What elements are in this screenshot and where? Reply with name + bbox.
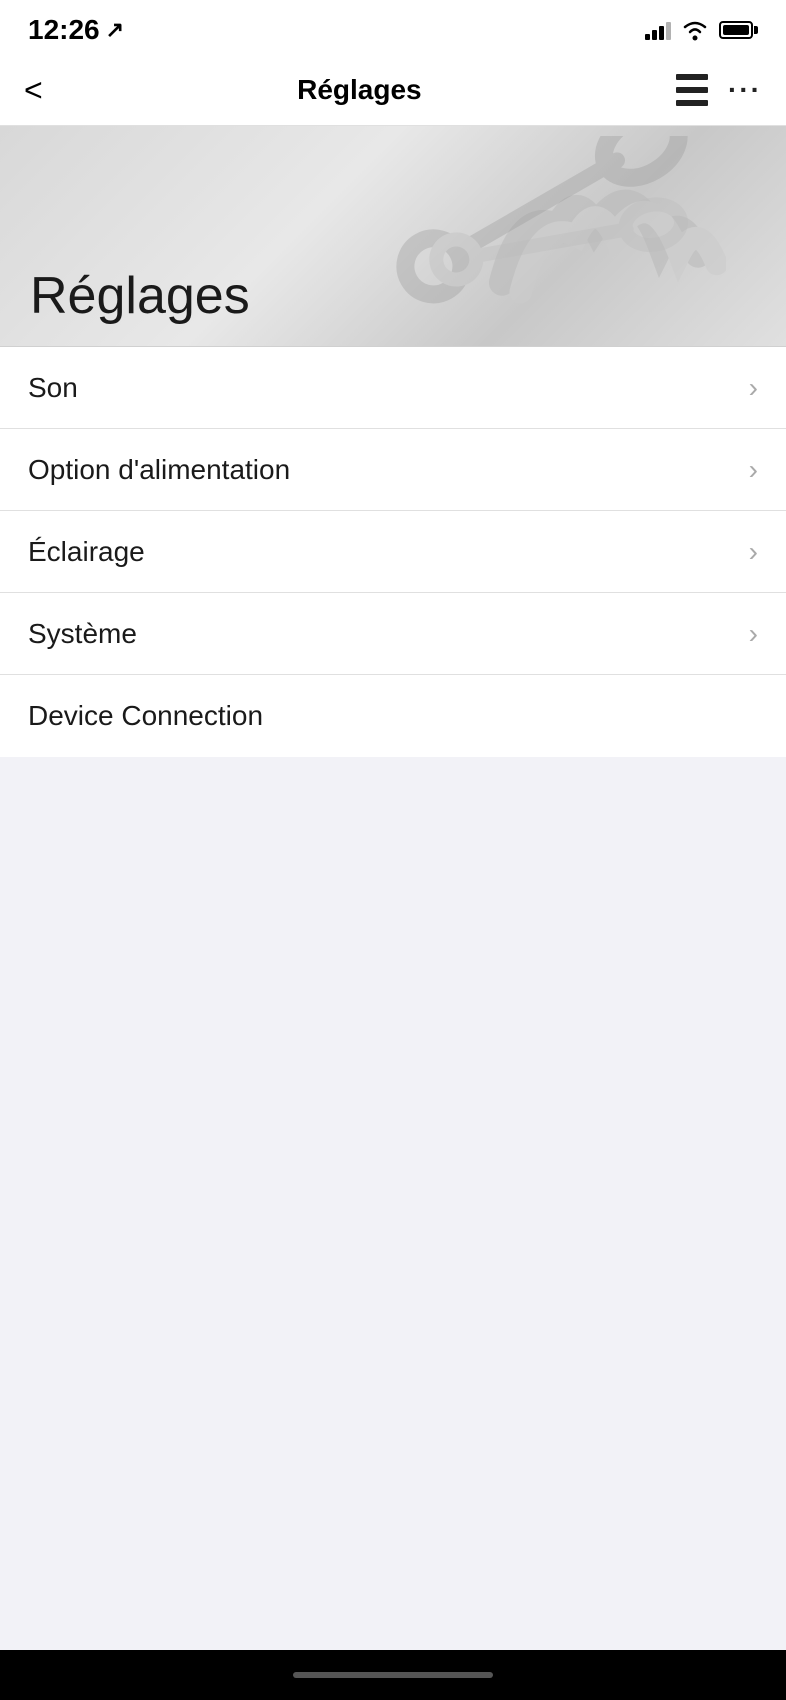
chevron-right-icon: › xyxy=(749,538,758,566)
time-display: 12:26 xyxy=(28,14,100,46)
home-bar xyxy=(293,1672,493,1678)
menu-item-systeme[interactable]: Système › xyxy=(0,593,786,675)
page-title: Réglages xyxy=(30,266,250,326)
home-indicator xyxy=(0,1650,786,1700)
status-time: 12:26 ↗ xyxy=(28,14,124,46)
chevron-right-icon: › xyxy=(749,456,758,484)
menu-item-eclairage-label: Éclairage xyxy=(28,536,145,568)
battery-icon xyxy=(719,21,758,39)
menu-item-device-connection[interactable]: Device Connection xyxy=(0,675,786,757)
nav-bar: < Réglages ··· xyxy=(0,54,786,126)
status-bar: 12:26 ↗ xyxy=(0,0,786,54)
nav-actions: ··· xyxy=(676,74,762,106)
menu-item-option-alimentation[interactable]: Option d'alimentation › xyxy=(0,429,786,511)
menu-item-son-label: Son xyxy=(28,372,78,404)
menu-item-eclairage[interactable]: Éclairage › xyxy=(0,511,786,593)
nav-title: Réglages xyxy=(297,74,422,106)
wrench-decoration-icon xyxy=(376,136,756,336)
hero-banner: Réglages xyxy=(0,126,786,346)
status-icons xyxy=(645,19,758,41)
chevron-right-icon: › xyxy=(749,620,758,648)
menu-item-device-connection-label: Device Connection xyxy=(28,700,263,732)
back-button[interactable]: < xyxy=(24,74,43,106)
chevron-right-icon: › xyxy=(749,374,758,402)
wifi-icon xyxy=(681,19,709,41)
footer-area xyxy=(0,757,786,1657)
location-icon: ↗ xyxy=(106,17,124,43)
menu-item-systeme-label: Système xyxy=(28,618,137,650)
layers-icon[interactable] xyxy=(676,74,708,106)
settings-list: Son › Option d'alimentation › Éclairage … xyxy=(0,346,786,757)
menu-item-son[interactable]: Son › xyxy=(0,347,786,429)
signal-icon xyxy=(645,20,671,40)
more-menu-icon[interactable]: ··· xyxy=(728,76,762,104)
menu-item-option-alimentation-label: Option d'alimentation xyxy=(28,454,290,486)
